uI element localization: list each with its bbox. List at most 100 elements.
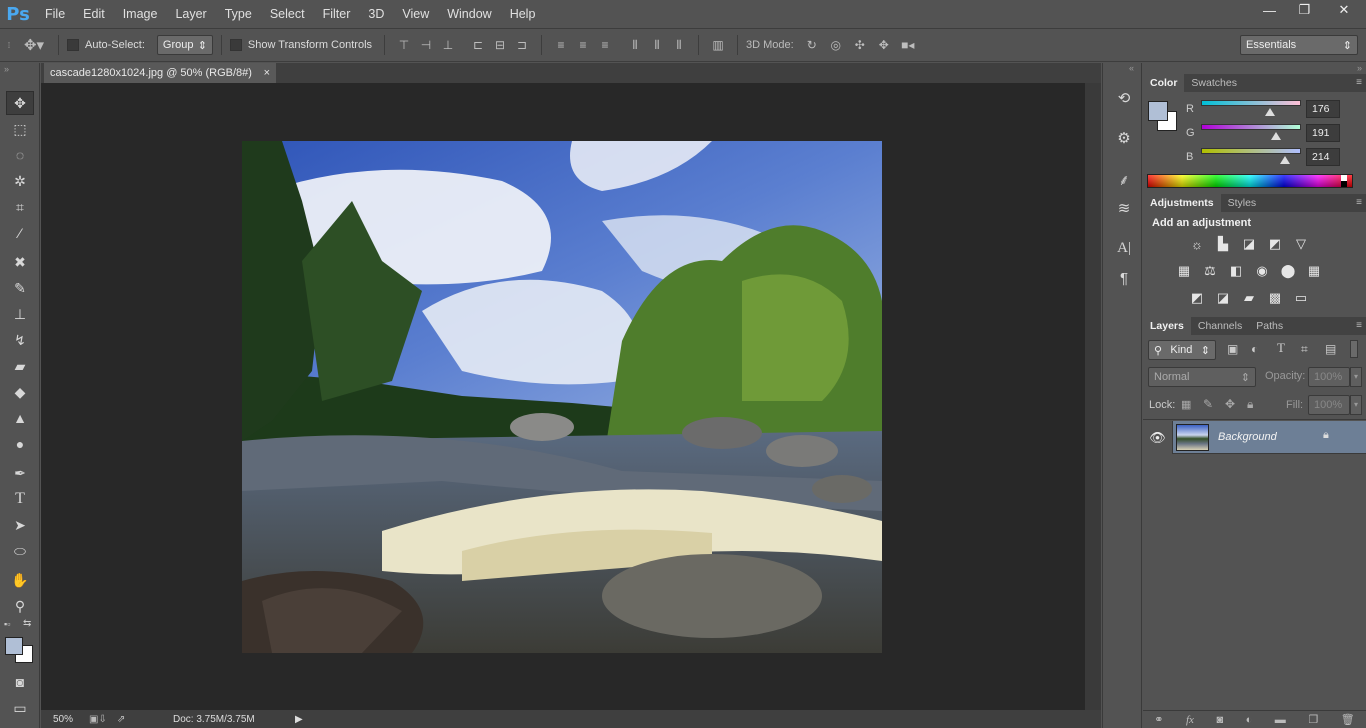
minimize-button[interactable]: — <box>1252 0 1287 20</box>
eyedropper-tool-icon[interactable]: ⁄ <box>6 221 34 245</box>
brush-presets-panel-icon[interactable]: ≋ <box>1113 197 1135 219</box>
color-ramp[interactable] <box>1147 174 1353 188</box>
b-slider[interactable] <box>1201 148 1301 154</box>
move-tool-icon[interactable]: ✥ <box>6 91 34 115</box>
visibility-eye-icon[interactable]: 👁︎ <box>1143 421 1173 454</box>
align-right-icon[interactable]: ⊐ <box>511 38 533 52</box>
menu-filter[interactable]: Filter <box>314 0 360 28</box>
b-slider-thumb[interactable] <box>1280 156 1290 164</box>
blur-tool-icon[interactable]: ▲ <box>6 406 34 430</box>
share-icon[interactable]: ⇗ <box>117 714 133 725</box>
align-top-icon[interactable]: ⊤ <box>393 38 415 52</box>
menu-image[interactable]: Image <box>114 0 167 28</box>
black-white-icon[interactable]: ◧ <box>1226 262 1246 280</box>
new-layer-icon[interactable]: ❐ <box>1308 713 1318 726</box>
delete-layer-icon[interactable]: 🗑︎ <box>1341 713 1355 726</box>
menu-select[interactable]: Select <box>261 0 314 28</box>
panel-menu-icon[interactable]: ≡ <box>1356 320 1362 331</box>
curves-icon[interactable]: ◪ <box>1239 235 1259 253</box>
exposure-icon[interactable]: ◩ <box>1265 235 1285 253</box>
layer-style-icon[interactable]: fx <box>1186 714 1194 726</box>
crop-tool-icon[interactable]: ⌗ <box>6 195 34 219</box>
magic-wand-tool-icon[interactable]: ✲ <box>6 169 34 193</box>
menu-help[interactable]: Help <box>501 0 545 28</box>
tab-channels[interactable]: Channels <box>1191 317 1249 335</box>
move-tool-preset-icon[interactable]: ✥▾ <box>18 36 50 54</box>
lock-pixels-icon[interactable]: ✎ <box>1203 397 1213 411</box>
g-value-field[interactable]: 191 <box>1306 124 1340 142</box>
new-group-icon[interactable]: ▬ <box>1275 714 1286 726</box>
levels-icon[interactable]: ▙ <box>1213 235 1233 253</box>
close-button[interactable]: ✕ <box>1322 0 1366 20</box>
photo-filter-icon[interactable]: ◉ <box>1252 262 1272 280</box>
restore-button[interactable]: ❐ <box>1287 0 1322 20</box>
menu-edit[interactable]: Edit <box>74 0 114 28</box>
align-hcenter-icon[interactable]: ⊟ <box>489 38 511 52</box>
status-menu-arrow-icon[interactable]: ▶ <box>295 714 303 725</box>
black-swatch[interactable] <box>1341 181 1347 187</box>
channel-mixer-icon[interactable]: ⬤ <box>1278 262 1298 280</box>
layer-name[interactable]: Background <box>1218 431 1277 443</box>
menu-view[interactable]: View <box>393 0 438 28</box>
b-value-field[interactable]: 214 <box>1306 148 1340 166</box>
gradient-map-icon[interactable]: ▭ <box>1291 289 1311 307</box>
panel-menu-icon[interactable]: ≡ <box>1356 77 1362 88</box>
opacity-chevron-icon[interactable]: ▾ <box>1350 367 1362 387</box>
brush-panel-icon[interactable]: ⸙ <box>1113 169 1135 191</box>
brightness-contrast-icon[interactable]: ☼ <box>1187 235 1207 253</box>
panel-menu-icon[interactable]: ≡ <box>1356 197 1362 208</box>
r-slider[interactable] <box>1201 100 1301 106</box>
smart-object-filter-icon[interactable]: ▤ <box>1325 342 1336 356</box>
pen-tool-icon[interactable]: ✒ <box>6 461 34 485</box>
lock-all-icon[interactable]: 🔒︎ <box>1247 397 1253 412</box>
collapse-panels-icon[interactable]: » <box>1357 63 1362 73</box>
brush-tool-icon[interactable]: ✎ <box>6 276 34 300</box>
distribute-left-icon[interactable]: ⦀ <box>624 38 646 53</box>
path-selection-tool-icon[interactable]: ➤ <box>6 513 34 537</box>
distribute-hcenter-icon[interactable]: ⦀ <box>646 38 668 53</box>
r-value-field[interactable]: 176 <box>1306 100 1340 118</box>
pixel-filter-icon[interactable]: ▣ <box>1227 342 1238 356</box>
align-bottom-icon[interactable]: ⊥ <box>437 38 459 52</box>
properties-panel-icon[interactable]: ⚙ <box>1113 127 1135 149</box>
3d-scale-icon[interactable]: ■◂ <box>896 38 920 52</box>
eraser-tool-icon[interactable]: ▰ <box>6 354 34 378</box>
menu-type[interactable]: Type <box>216 0 261 28</box>
marquee-tool-icon[interactable]: ⬚ <box>6 117 34 141</box>
fill-field[interactable]: 100% <box>1308 395 1350 415</box>
g-slider[interactable] <box>1201 124 1301 130</box>
distribute-top-icon[interactable]: ≡ <box>550 38 572 52</box>
layer-filter-dropdown[interactable]: ⚲ Kind ⇕ <box>1148 340 1216 360</box>
auto-select-checkbox[interactable] <box>67 39 79 51</box>
zoom-level[interactable]: 50% <box>53 714 89 725</box>
hand-tool-icon[interactable]: ✋ <box>6 568 34 592</box>
show-transform-checkbox[interactable] <box>229 39 242 51</box>
vibrance-icon[interactable]: ▽ <box>1291 235 1311 253</box>
color-lookup-icon[interactable]: ▦ <box>1304 262 1324 280</box>
foreground-color-swatch[interactable] <box>5 637 23 655</box>
history-brush-tool-icon[interactable]: ↯ <box>6 328 34 352</box>
color-balance-icon[interactable]: ⚖ <box>1200 262 1220 280</box>
auto-select-dropdown[interactable]: Group ⇕ <box>156 35 213 55</box>
document-tab[interactable]: cascade1280x1024.jpg @ 50% (RGB/8#) × <box>44 63 276 83</box>
selective-color-icon[interactable]: ▩ <box>1265 289 1285 307</box>
tab-adjustments[interactable]: Adjustments <box>1143 194 1221 212</box>
status-info-icon[interactable]: ▣⇩ <box>89 714 117 725</box>
layer-mask-icon[interactable]: ◙ <box>1216 714 1223 726</box>
shape-filter-icon[interactable]: ⌗ <box>1301 342 1308 357</box>
foreground-color-swatch[interactable] <box>1148 101 1168 121</box>
swap-colors-icon[interactable]: ⇆ <box>23 618 31 629</box>
ellipse-tool-icon[interactable]: ⬭ <box>6 539 34 563</box>
paint-bucket-tool-icon[interactable]: ◆ <box>6 380 34 404</box>
clone-stamp-tool-icon[interactable]: ⊥ <box>6 302 34 326</box>
tab-swatches[interactable]: Swatches <box>1184 74 1244 92</box>
3d-roll-icon[interactable]: ◎ <box>824 38 848 52</box>
3d-rotate-icon[interactable]: ↻ <box>800 38 824 52</box>
invert-icon[interactable]: ◩ <box>1187 289 1207 307</box>
screen-mode-icon[interactable]: ▭ <box>6 696 34 720</box>
expand-icon[interactable]: « <box>1129 63 1134 73</box>
quick-mask-icon[interactable]: ◙ <box>6 670 34 694</box>
3d-pan-icon[interactable]: ✣ <box>848 38 872 52</box>
menu-layer[interactable]: Layer <box>166 0 215 28</box>
menu-3d[interactable]: 3D <box>359 0 393 28</box>
